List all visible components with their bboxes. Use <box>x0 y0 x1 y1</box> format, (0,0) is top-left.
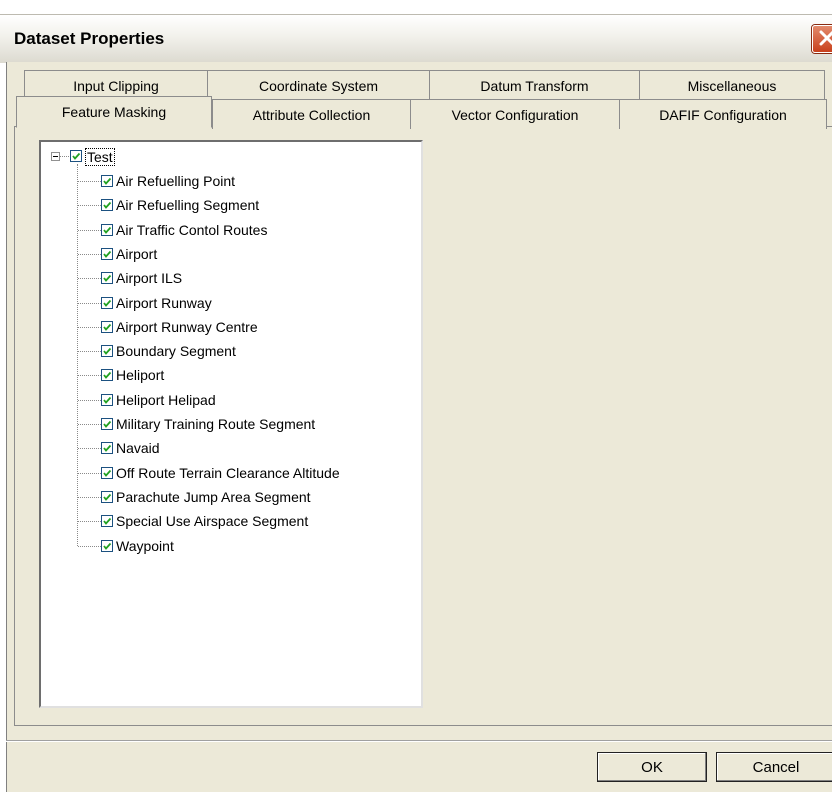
tab-label: Feature Masking <box>61 104 167 120</box>
checkmark-icon <box>72 152 81 160</box>
tab-coordinate-system[interactable]: Coordinate System <box>207 70 430 100</box>
checkbox[interactable] <box>101 345 113 357</box>
tree-node-label[interactable]: Air Refuelling Segment <box>116 197 259 213</box>
checkmark-icon <box>103 347 112 355</box>
checkbox[interactable] <box>101 321 113 333</box>
tree-connector <box>78 205 101 206</box>
tree-node-label[interactable]: Waypoint <box>116 538 174 554</box>
checkmark-icon <box>103 250 112 258</box>
tree-connector <box>78 351 101 352</box>
checkbox[interactable] <box>101 540 113 552</box>
dialog-title: Dataset Properties <box>14 29 165 48</box>
tree-connector <box>78 521 101 522</box>
tab-miscellaneous[interactable]: Miscellaneous <box>639 70 825 100</box>
tree-connector <box>78 375 101 376</box>
tree-connector <box>78 400 101 401</box>
tree-node-label[interactable]: Boundary Segment <box>116 343 236 359</box>
checkbox[interactable] <box>70 150 82 162</box>
checkmark-icon <box>103 226 112 234</box>
checkbox[interactable] <box>101 199 113 211</box>
tree-node-label[interactable]: Parachute Jump Area Segment <box>116 489 311 505</box>
tree-connector <box>78 278 101 279</box>
dataset-properties-dialog: Dataset Properties Input Clipping Coordi… <box>0 0 832 792</box>
checkmark-icon <box>103 299 112 307</box>
tree-node-label[interactable]: Heliport Helipad <box>116 392 216 408</box>
checkmark-icon <box>103 371 112 379</box>
tree-node-label[interactable]: Test <box>85 148 115 166</box>
tree-connector <box>78 424 101 425</box>
tab-label: Miscellaneous <box>687 77 777 94</box>
tree-connector <box>78 230 101 231</box>
checkbox[interactable] <box>101 248 113 260</box>
tree-connector <box>78 546 101 547</box>
checkmark-icon <box>103 274 112 282</box>
tab-attribute-collection[interactable]: Attribute Collection <box>212 99 411 129</box>
tab-dafif-configuration[interactable]: DAFIF Configuration <box>619 99 827 129</box>
separator <box>6 740 832 742</box>
tree-connector <box>78 497 101 498</box>
close-button[interactable] <box>812 25 832 53</box>
tree-connector <box>78 254 101 255</box>
checkbox[interactable] <box>101 175 113 187</box>
checkmark-icon <box>103 444 112 452</box>
tab-label: Datum Transform <box>480 77 589 94</box>
checkmark-icon <box>103 323 112 331</box>
ok-button[interactable]: OK <box>597 752 707 782</box>
collapse-toggle-icon[interactable] <box>51 152 60 161</box>
tree-node-label[interactable]: Airport ILS <box>116 270 182 286</box>
checkmark-icon <box>103 201 112 209</box>
tree-connector <box>78 473 101 474</box>
checkbox[interactable] <box>101 442 113 454</box>
tab-label: Coordinate System <box>258 77 379 94</box>
checkmark-icon <box>103 517 112 525</box>
checkbox[interactable] <box>101 515 113 527</box>
checkmark-icon <box>103 420 112 428</box>
checkbox[interactable] <box>101 224 113 236</box>
feature-tree[interactable]: Test Air Refuelling Point Air Refuelling S… <box>39 140 423 708</box>
tree-node-label[interactable]: Airport Runway Centre <box>116 319 258 335</box>
tree-node-label[interactable]: Airport <box>116 246 157 262</box>
tree-connector <box>78 303 101 304</box>
checkmark-icon <box>103 177 112 185</box>
tree-node-label[interactable]: Air Refuelling Point <box>116 173 235 189</box>
checkbox[interactable] <box>101 272 113 284</box>
tree-connector <box>78 327 101 328</box>
title-bar: Dataset Properties <box>0 14 832 63</box>
tree-node-label[interactable]: Special Use Airspace Segment <box>116 513 308 529</box>
checkmark-icon <box>103 542 112 550</box>
tree-connector <box>78 181 101 182</box>
tree-node-label[interactable]: Military Training Route Segment <box>116 416 315 432</box>
tree-connector <box>60 156 69 157</box>
tree-node-label[interactable]: Airport Runway <box>116 295 212 311</box>
tab-label: DAFIF Configuration <box>659 106 787 123</box>
checkbox[interactable] <box>101 467 113 479</box>
tree-node-label[interactable]: Heliport <box>116 367 164 383</box>
checkmark-icon <box>103 493 112 501</box>
tree-node-label[interactable]: Air Traffic Contol Routes <box>116 222 267 238</box>
tab-feature-masking[interactable]: Feature Masking <box>16 96 212 128</box>
tab-vector-configuration[interactable]: Vector Configuration <box>410 99 620 129</box>
cancel-button[interactable]: Cancel <box>716 752 832 782</box>
tab-label: Vector Configuration <box>451 106 579 123</box>
checkbox[interactable] <box>101 297 113 309</box>
checkmark-icon <box>103 469 112 477</box>
checkbox[interactable] <box>101 418 113 430</box>
tree-connector <box>78 448 101 449</box>
checkbox[interactable] <box>101 369 113 381</box>
tree-node-label[interactable]: Off Route Terrain Clearance Altitude <box>116 465 340 481</box>
checkbox[interactable] <box>101 491 113 503</box>
checkbox[interactable] <box>101 394 113 406</box>
tab-datum-transform[interactable]: Datum Transform <box>429 70 640 100</box>
tree-connector <box>77 164 78 546</box>
checkmark-icon <box>103 396 112 404</box>
tab-label: Attribute Collection <box>252 106 371 123</box>
tab-label: Input Clipping <box>73 77 159 94</box>
tree-node-label[interactable]: Navaid <box>116 440 160 456</box>
